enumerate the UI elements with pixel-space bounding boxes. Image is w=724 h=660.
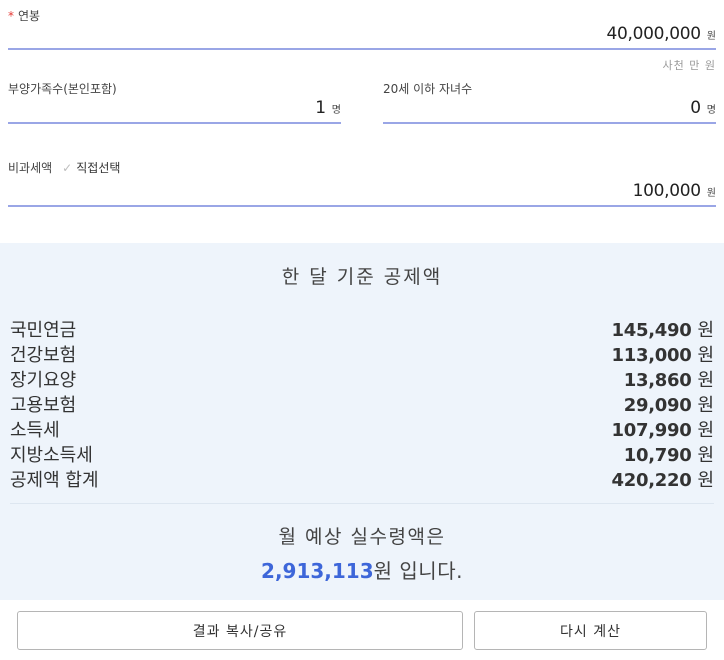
salary-unit: 원 bbox=[706, 31, 716, 42]
deduction-unit: 원 bbox=[697, 444, 714, 466]
deduction-name: 고용보험 bbox=[10, 394, 77, 416]
deduction-row: 공제액 합계 420,220 원 bbox=[10, 466, 714, 491]
deduction-unit: 원 bbox=[697, 394, 714, 416]
deduction-value: 13,860 bbox=[623, 369, 692, 391]
deduction-amount: 145,490 원 bbox=[612, 316, 714, 342]
deduction-name: 소득세 bbox=[10, 419, 60, 441]
dependents-unit: 명 bbox=[331, 105, 341, 116]
deduction-amount: 29,090 원 bbox=[624, 391, 714, 417]
divider bbox=[10, 503, 714, 504]
result-suffix: 원 입니다. bbox=[373, 559, 463, 583]
deduction-row: 건강보험 113,000 원 bbox=[10, 341, 714, 366]
result-label: 월 예상 실수령액은 bbox=[278, 526, 446, 548]
deduction-unit: 원 bbox=[697, 469, 714, 491]
deduction-name: 국민연금 bbox=[10, 319, 77, 341]
deduction-amount: 13,860 원 bbox=[624, 366, 714, 392]
dependents-value: 1 bbox=[315, 98, 326, 118]
deduction-row: 국민연금 145,490 원 bbox=[10, 316, 714, 341]
salary-input[interactable]: 40,000,000 원 bbox=[8, 20, 716, 50]
children-unit: 명 bbox=[706, 105, 716, 116]
deduction-amount: 113,000 원 bbox=[612, 341, 714, 367]
nontax-input[interactable]: 100,000 원 bbox=[8, 177, 716, 207]
check-icon: ✓ bbox=[62, 160, 73, 175]
deduction-value: 29,090 bbox=[623, 394, 692, 416]
copy-share-button[interactable]: 결과 복사/공유 bbox=[17, 611, 463, 650]
nontax-unit: 원 bbox=[706, 188, 716, 199]
result-line: 2,913,113원 입니다. bbox=[0, 555, 724, 584]
children-value: 0 bbox=[690, 98, 701, 118]
deduction-value: 420,220 bbox=[611, 469, 692, 491]
deduction-row: 고용보험 29,090 원 bbox=[10, 391, 714, 416]
direct-select-label: 직접선택 bbox=[76, 161, 121, 175]
deduction-value: 10,790 bbox=[623, 444, 692, 466]
recalculate-button[interactable]: 다시 계산 bbox=[474, 611, 707, 650]
deduction-amount: 420,220 원 bbox=[612, 466, 714, 492]
nontax-label: 비과세액 bbox=[8, 161, 53, 175]
deduction-unit: 원 bbox=[697, 319, 714, 341]
children-input[interactable]: 0 명 bbox=[383, 94, 716, 124]
net-pay-amount: 2,913,113 bbox=[261, 559, 374, 583]
nontax-label-row: 비과세액 ✓ 직접선택 bbox=[8, 159, 120, 176]
deductions-title: 한 달 기준 공제액 bbox=[281, 266, 443, 288]
direct-select-checkbox[interactable]: ✓ 직접선택 bbox=[62, 159, 120, 176]
deduction-value: 145,490 bbox=[611, 319, 692, 341]
deduction-name: 공제액 합계 bbox=[10, 469, 99, 491]
deduction-value: 113,000 bbox=[611, 344, 692, 366]
deduction-unit: 원 bbox=[697, 369, 714, 391]
salary-value: 40,000,000 bbox=[606, 24, 701, 44]
deduction-amount: 10,790 원 bbox=[624, 441, 714, 467]
deduction-row: 장기요양 13,860 원 bbox=[10, 366, 714, 391]
nontax-value: 100,000 bbox=[632, 181, 702, 201]
deduction-value: 107,990 bbox=[611, 419, 692, 441]
deduction-name: 건강보험 bbox=[10, 344, 77, 366]
deduction-unit: 원 bbox=[697, 344, 714, 366]
deduction-row: 소득세 107,990 원 bbox=[10, 416, 714, 441]
dependents-input[interactable]: 1 명 bbox=[8, 94, 341, 124]
deduction-name: 지방소득세 bbox=[10, 444, 93, 466]
deduction-amount: 107,990 원 bbox=[612, 416, 714, 442]
deduction-name: 장기요양 bbox=[10, 369, 77, 391]
deduction-unit: 원 bbox=[697, 419, 714, 441]
deduction-row: 지방소득세 10,790 원 bbox=[10, 441, 714, 466]
salary-hint: 사천 만 원 bbox=[662, 59, 716, 72]
